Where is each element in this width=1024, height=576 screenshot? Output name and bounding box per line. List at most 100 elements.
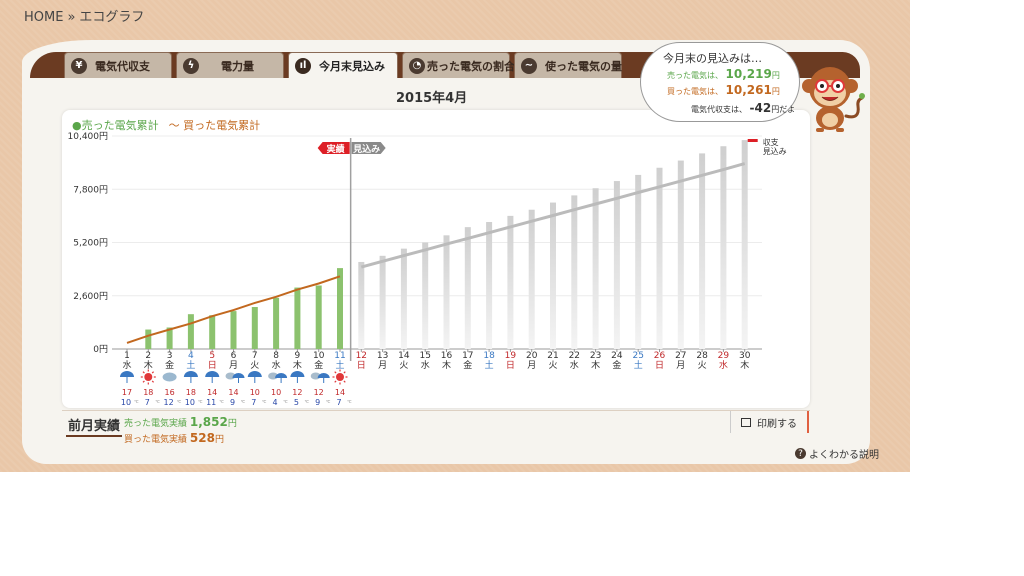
tab-used-amount[interactable]: ∼ 使った電気の量: [514, 52, 622, 78]
forecast-marker-label: 見込み: [352, 143, 380, 155]
forecast-sold-label: 売った電気は、: [667, 71, 723, 80]
forecast-bar: [613, 181, 620, 349]
previous-month-underline: [66, 435, 122, 437]
temp-low: 10: [121, 398, 131, 407]
tab-month-end-forecast[interactable]: ıl 今月末見込み: [288, 52, 398, 78]
temp-high: 10: [271, 388, 281, 397]
weekday-label: 土: [485, 359, 494, 371]
tab-label: 今月末見込み: [319, 59, 385, 73]
weekday-label: 木: [144, 359, 153, 371]
temp-low: 9: [315, 398, 320, 407]
y-tick-label: 7,800円: [73, 184, 108, 195]
temp-high: 14: [335, 388, 345, 397]
temp-unit: ℃: [347, 399, 352, 404]
temp-unit: ℃: [262, 399, 267, 404]
day-label: 26: [654, 351, 666, 361]
day-label: 3: [167, 351, 173, 361]
rain-icon: [120, 371, 134, 377]
tab-label: 電気代収支: [95, 59, 150, 73]
weekday-label: 金: [165, 359, 174, 371]
weekday-label: 木: [740, 359, 749, 371]
forecast-bought-unit: 円: [771, 87, 780, 96]
sold-bar: [294, 287, 301, 349]
sun-icon: [144, 373, 153, 381]
forecast-bar: [358, 261, 365, 349]
forecast-bar: [464, 227, 471, 349]
bar-chart-icon: ıl: [295, 57, 311, 74]
forecast-bar: [379, 255, 386, 349]
weekday-label: 水: [570, 359, 579, 371]
question-icon: ?: [795, 448, 806, 459]
day-label: 13: [377, 351, 388, 361]
tab-power-amount[interactable]: ϟ 電力量: [176, 52, 284, 78]
forecast-bar: [741, 140, 748, 349]
forecast-bar: [550, 202, 556, 349]
forecast-sold: 売った電気は、 10,219円: [667, 67, 780, 81]
sun-icon: [336, 373, 344, 381]
tab-electricity-balance[interactable]: ¥ 電気代収支: [64, 52, 172, 78]
tab-label: 電力量: [221, 59, 254, 73]
weekday-label: 日: [506, 360, 515, 371]
forecast-bought: 買った電気は、 10,261円: [667, 83, 780, 97]
weekday-label: 日: [357, 360, 366, 371]
lightning-icon: ϟ: [183, 57, 199, 74]
forecast-chart: 0円2,600円5,200円7,800円10,400円実績 見込み収支見込み1水2…: [68, 131, 787, 407]
temp-low: 7: [336, 398, 341, 407]
end-marker: [747, 139, 758, 142]
sold-bar: [251, 307, 258, 349]
day-label: 28: [696, 351, 708, 361]
temp-high: 18: [186, 388, 196, 397]
forecast-bar: [422, 242, 429, 349]
day-label: 22: [569, 351, 580, 361]
weekday-label: 金: [463, 359, 472, 371]
previous-sold-value: 1,852: [189, 415, 228, 429]
day-label: 21: [547, 351, 558, 361]
forecast-bar: [486, 222, 493, 349]
wave-icon: ∼: [521, 57, 537, 74]
y-tick-label: 5,200円: [73, 238, 108, 249]
weekday-label: 火: [399, 360, 408, 371]
forecast-sold-value: 10,219: [725, 67, 772, 81]
tab-label: 使った電気の量: [545, 59, 622, 73]
day-label: 24: [611, 351, 623, 361]
sun-ray: [334, 371, 337, 374]
weekday-label: 金: [612, 359, 621, 371]
forecast-balance-unit: 円だよ: [771, 105, 796, 114]
temp-high: 12: [292, 388, 302, 397]
temp-unit: ℃: [219, 399, 224, 404]
tab-sold-ratio[interactable]: ◔ 売った電気の割合: [402, 52, 515, 78]
temp-high: 12: [314, 388, 324, 397]
sold-bar: [145, 329, 152, 349]
pie-chart-icon: ◔: [409, 57, 425, 74]
forecast-bar: [400, 248, 407, 349]
temp-high: 18: [143, 388, 153, 397]
end-label: 収支: [763, 137, 779, 147]
weekday-label: 月: [527, 360, 536, 371]
temp-unit: ℃: [326, 399, 331, 404]
breadcrumb: HOME » エコグラフ: [24, 6, 144, 25]
forecast-bought-value: 10,261: [725, 83, 772, 97]
print-button[interactable]: 印刷する: [730, 411, 809, 433]
sun-ray: [151, 380, 155, 383]
day-label: 29: [718, 351, 730, 361]
previous-sold-unit: 円: [227, 419, 237, 429]
help-link[interactable]: ? よくわかる説明: [795, 446, 879, 461]
day-label: 14: [398, 351, 410, 361]
weekday-label: 金: [314, 359, 323, 371]
day-label: 20: [526, 351, 538, 361]
rain-icon: [247, 371, 262, 377]
weekday-label: 水: [421, 359, 430, 371]
previous-bought-unit: 円: [214, 435, 224, 445]
rain-icon: [290, 371, 305, 377]
breadcrumb-home-link[interactable]: HOME: [24, 10, 63, 25]
day-label: 7: [252, 351, 258, 361]
forecast-bought-label: 買った電気は、: [667, 87, 723, 96]
forecast-balance-value: -42: [749, 101, 772, 115]
weekday-label: 月: [229, 360, 238, 371]
day-label: 17: [462, 351, 473, 361]
temp-high: 10: [250, 388, 260, 397]
weekday-label: 水: [122, 359, 131, 371]
weekday-label: 火: [548, 360, 557, 371]
day-label: 25: [632, 351, 643, 361]
day-label: 19: [505, 351, 517, 361]
